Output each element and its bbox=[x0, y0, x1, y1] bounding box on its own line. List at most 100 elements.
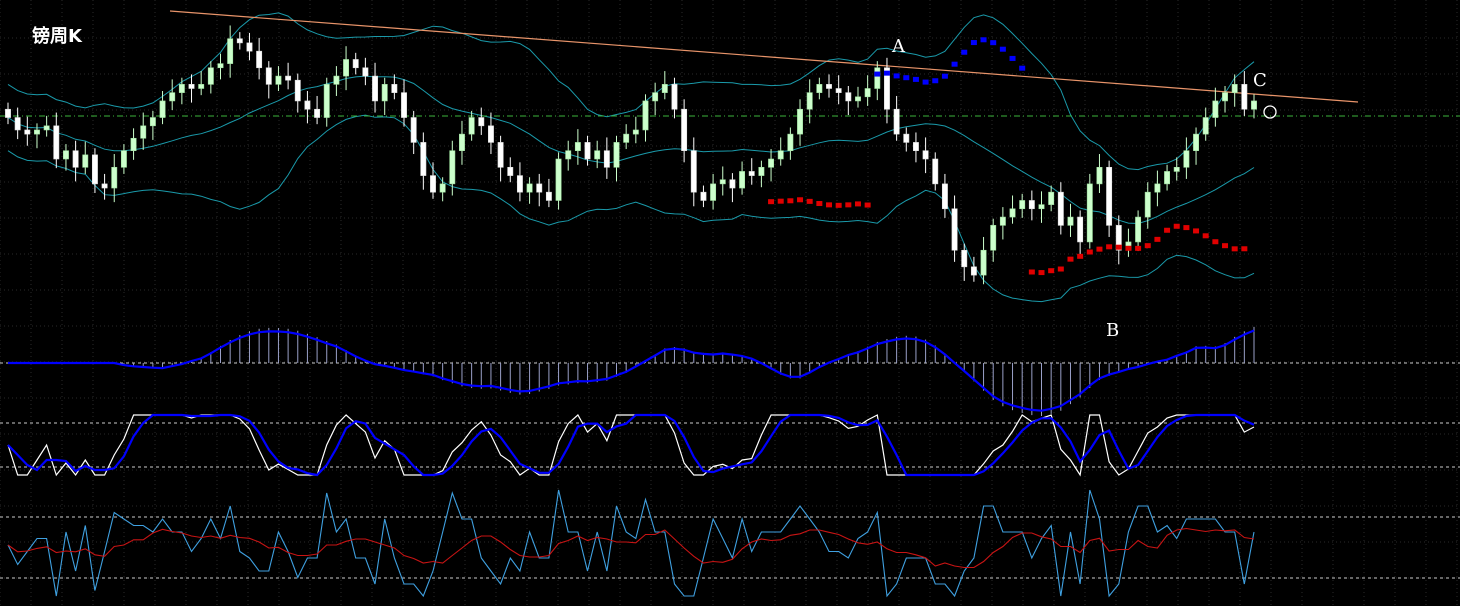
sar-dot-red bbox=[1057, 266, 1064, 272]
sar-dot-red bbox=[777, 198, 784, 204]
sar-dot-blue bbox=[999, 46, 1006, 52]
candle-body bbox=[227, 38, 234, 64]
sar-dot-red bbox=[845, 202, 852, 208]
candle-body bbox=[198, 84, 205, 89]
candle-body bbox=[970, 266, 977, 276]
candle-body bbox=[681, 108, 688, 152]
sar-dot-blue bbox=[903, 75, 910, 81]
candle-body bbox=[748, 171, 755, 176]
candle-body bbox=[671, 84, 678, 110]
point-label-b: B bbox=[1106, 320, 1120, 341]
candle-body bbox=[478, 117, 485, 127]
sar-dot-blue bbox=[1019, 65, 1026, 71]
candle-body bbox=[246, 42, 253, 52]
trend-line bbox=[169, 10, 1359, 103]
sar-dot-red bbox=[1096, 246, 1103, 252]
candle-body bbox=[700, 191, 707, 201]
bollinger-upper-band bbox=[7, 12, 1255, 171]
sar-dot-red bbox=[864, 202, 871, 208]
candle-body bbox=[719, 179, 726, 185]
candle-body bbox=[690, 150, 697, 193]
candle-body bbox=[1193, 133, 1199, 152]
candle-body bbox=[497, 142, 504, 168]
candle-body bbox=[63, 150, 69, 160]
sar-dot-red bbox=[1202, 233, 1209, 239]
candle-body bbox=[768, 158, 774, 168]
sar-dot-blue bbox=[970, 40, 977, 46]
candle-body bbox=[536, 183, 543, 193]
candle-body bbox=[178, 84, 185, 93]
candle-body bbox=[265, 67, 272, 85]
point-label-c: C bbox=[1253, 70, 1267, 91]
candle-body bbox=[1135, 216, 1142, 243]
sar-dot-blue bbox=[883, 70, 890, 76]
candle-body bbox=[1164, 171, 1171, 185]
candle-body bbox=[845, 92, 852, 102]
sar-dot-red bbox=[1077, 253, 1084, 259]
candle-body bbox=[1154, 183, 1161, 193]
candle-body bbox=[304, 100, 311, 110]
sar-dot-red bbox=[1144, 243, 1151, 249]
sar-dot-blue bbox=[893, 73, 900, 79]
candle-body bbox=[729, 179, 736, 189]
sar-dot-blue bbox=[922, 79, 929, 85]
candle-body bbox=[1212, 100, 1219, 118]
candle-body bbox=[777, 150, 784, 160]
sar-dot-blue bbox=[951, 61, 958, 67]
sar-dot-blue bbox=[912, 76, 919, 82]
candle-body bbox=[999, 216, 1006, 226]
candle-body bbox=[516, 175, 523, 193]
candle-body bbox=[372, 75, 378, 102]
candle-body bbox=[430, 175, 436, 193]
candle-body bbox=[468, 117, 475, 135]
candle-body bbox=[961, 249, 968, 268]
grid-lines bbox=[0, 0, 1460, 606]
candle-body bbox=[1028, 200, 1035, 210]
candle-body bbox=[806, 92, 813, 110]
sar-dot-red bbox=[1183, 225, 1190, 231]
sar-dot-red bbox=[1222, 243, 1229, 249]
candle-body bbox=[739, 171, 746, 189]
candle-body bbox=[111, 166, 118, 189]
candle-body bbox=[488, 125, 494, 143]
sar-dot-red bbox=[1125, 245, 1132, 251]
candle-body bbox=[207, 67, 214, 85]
candle-body bbox=[1067, 216, 1074, 226]
sar-dot-red bbox=[1154, 236, 1161, 242]
candle-body bbox=[420, 142, 427, 176]
candle-body bbox=[584, 142, 591, 160]
sar-dot-red bbox=[1106, 244, 1113, 250]
candle-body bbox=[913, 142, 919, 152]
chart-canvas bbox=[0, 0, 1460, 606]
sar-dot-red bbox=[1028, 269, 1035, 275]
sar-dot-blue bbox=[990, 40, 997, 46]
candle-body bbox=[1057, 191, 1064, 226]
candle-body bbox=[159, 100, 166, 118]
candle-body bbox=[82, 154, 89, 168]
macd-line bbox=[8, 329, 1255, 412]
price-panel bbox=[0, 10, 1460, 303]
candle-body bbox=[545, 191, 552, 201]
candle-body bbox=[323, 84, 330, 118]
sar-dot-red bbox=[854, 201, 861, 207]
macd-panel bbox=[8, 326, 1255, 417]
sar-dot-red bbox=[1164, 227, 1171, 233]
candle-body bbox=[285, 75, 292, 81]
candle-body bbox=[294, 79, 301, 102]
candle-body bbox=[1038, 204, 1045, 210]
candle-body bbox=[401, 92, 407, 118]
candle-body bbox=[758, 166, 765, 176]
candle-body bbox=[169, 92, 176, 102]
candle-body bbox=[1222, 92, 1228, 102]
sar-dot-blue bbox=[874, 71, 881, 77]
sar-dot-blue bbox=[932, 78, 939, 84]
oscillator-fast-line bbox=[7, 489, 1255, 598]
candle-body bbox=[941, 183, 948, 210]
candle-body bbox=[333, 75, 340, 85]
candle-body bbox=[1086, 183, 1093, 243]
chart-title: 镑周K bbox=[32, 26, 82, 47]
candle-body bbox=[188, 84, 195, 89]
sar-dot-red bbox=[1067, 256, 1074, 262]
candle-body bbox=[932, 158, 939, 185]
sar-dot-red bbox=[768, 199, 775, 205]
